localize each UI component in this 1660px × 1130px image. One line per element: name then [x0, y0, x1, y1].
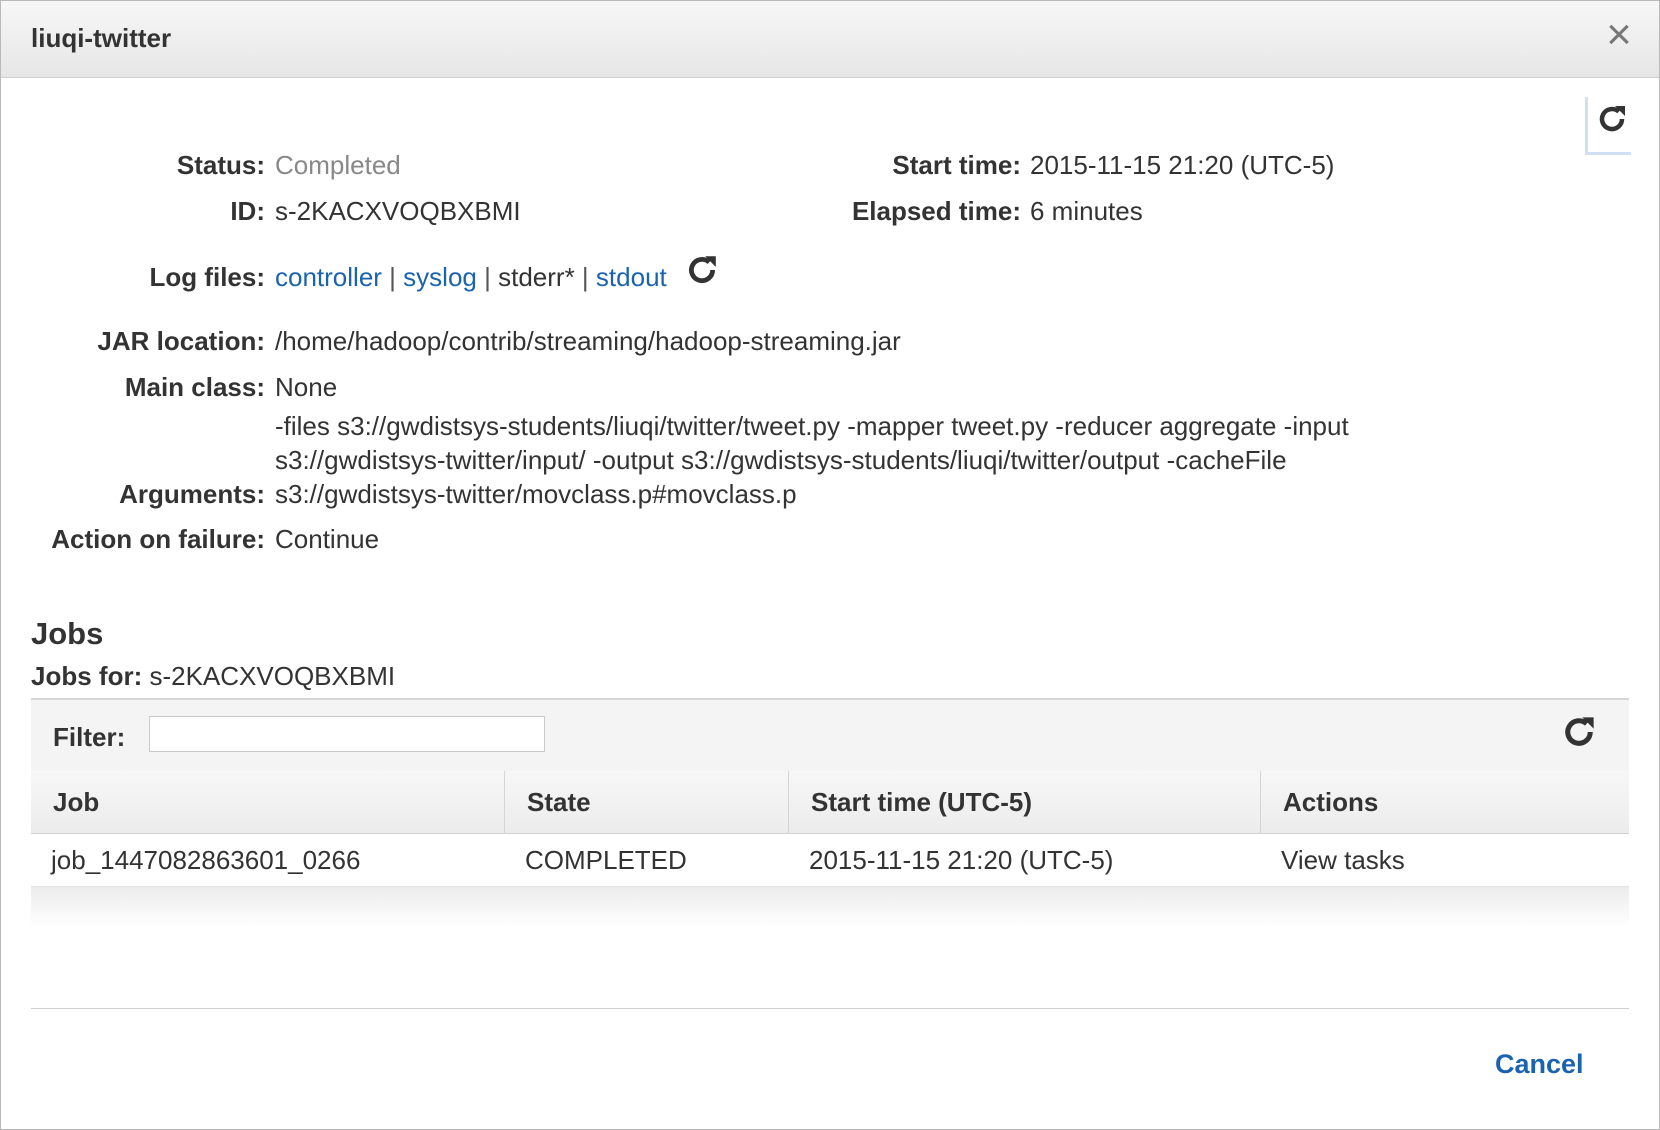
filter-bar: Filter: [31, 698, 1629, 773]
start-time-value: 2015-11-15 21:20 (UTC-5) [1030, 150, 1335, 180]
log-separator: | [389, 262, 396, 292]
action-on-failure-label: Action on failure: [51, 524, 265, 554]
elapsed-time-label: Elapsed time: [851, 196, 1021, 226]
arguments-label: Arguments: [119, 479, 265, 509]
main-class-label: Main class: [124, 372, 265, 402]
dialog-title: liuqi-twitter [31, 23, 172, 53]
log-link-controller[interactable]: controller [275, 262, 382, 292]
id-label: ID: [230, 196, 265, 226]
job-start-time-cell: 2015-11-15 21:20 (UTC-5) [809, 845, 1114, 875]
filter-input[interactable] [149, 716, 545, 752]
column-header-job[interactable]: Job [31, 771, 505, 833]
column-header-actions: Actions [1283, 787, 1379, 817]
log-files-links: controller | syslog | stderr* | stdout [275, 262, 667, 293]
jar-location-label: JAR location: [97, 326, 265, 356]
log-link-stderr: stderr* [498, 262, 575, 292]
log-separator: | [484, 262, 491, 292]
jobs-for-label: Jobs for: [31, 661, 143, 691]
status-value: Completed [275, 150, 401, 180]
cancel-button[interactable]: Cancel [1495, 1049, 1584, 1080]
jar-location-value: /home/hadoop/contrib/streaming/hadoop-st… [275, 326, 901, 356]
log-link-stdout[interactable]: stdout [596, 262, 667, 292]
arguments-line: s3://gwdistsys-twitter/input/ -output s3… [275, 445, 1287, 475]
jobs-for: Jobs for: s-2KACXVOQBXBMI [31, 661, 395, 692]
jobs-for-value: s-2KACXVOQBXBMI [149, 661, 396, 691]
id-value: s-2KACXVOQBXBMI [275, 196, 521, 226]
arguments-line: -files s3://gwdistsys-students/liuqi/twi… [275, 411, 1349, 441]
filter-label: Filter: [53, 722, 126, 752]
arguments-line: s3://gwdistsys-twitter/movclass.p#movcla… [275, 479, 797, 509]
main-class-value: None [275, 372, 338, 402]
column-header-state[interactable]: State [505, 771, 789, 833]
close-icon[interactable]: × [1599, 13, 1639, 57]
refresh-button[interactable] [1585, 97, 1631, 155]
refresh-icon [1599, 106, 1625, 132]
log-refresh-icon[interactable] [685, 253, 719, 287]
log-link-syslog[interactable]: syslog [403, 262, 477, 292]
elapsed-time-value: 6 minutes [1030, 196, 1143, 226]
status-label: Status: [176, 150, 265, 180]
jobs-table-header: Job State Start time (UTC-5) Actions [31, 771, 1629, 834]
action-on-failure-value: Continue [275, 524, 380, 554]
column-header-start-time[interactable]: Start time (UTC-5) [789, 771, 1261, 833]
start-time-label: Start time: [892, 150, 1021, 180]
table-bottom-shadow [31, 887, 1629, 927]
table-row: job_1447082863601_0266 COMPLETED 2015-11… [31, 834, 1629, 887]
job-state-cell: COMPLETED [525, 845, 687, 875]
jobs-refresh-icon[interactable] [1561, 714, 1597, 750]
step-details-dialog: liuqi-twitter × Status: Completed ID: s-… [0, 0, 1660, 1130]
view-tasks-link[interactable]: View tasks [1261, 834, 1629, 886]
footer-divider [31, 1008, 1629, 1009]
log-files-label: Log files: [149, 262, 265, 292]
job-id-cell: job_1447082863601_0266 [51, 845, 361, 875]
log-separator: | [581, 262, 589, 292]
jobs-heading: Jobs [31, 616, 104, 651]
dialog-titlebar: liuqi-twitter × [1, 1, 1659, 78]
